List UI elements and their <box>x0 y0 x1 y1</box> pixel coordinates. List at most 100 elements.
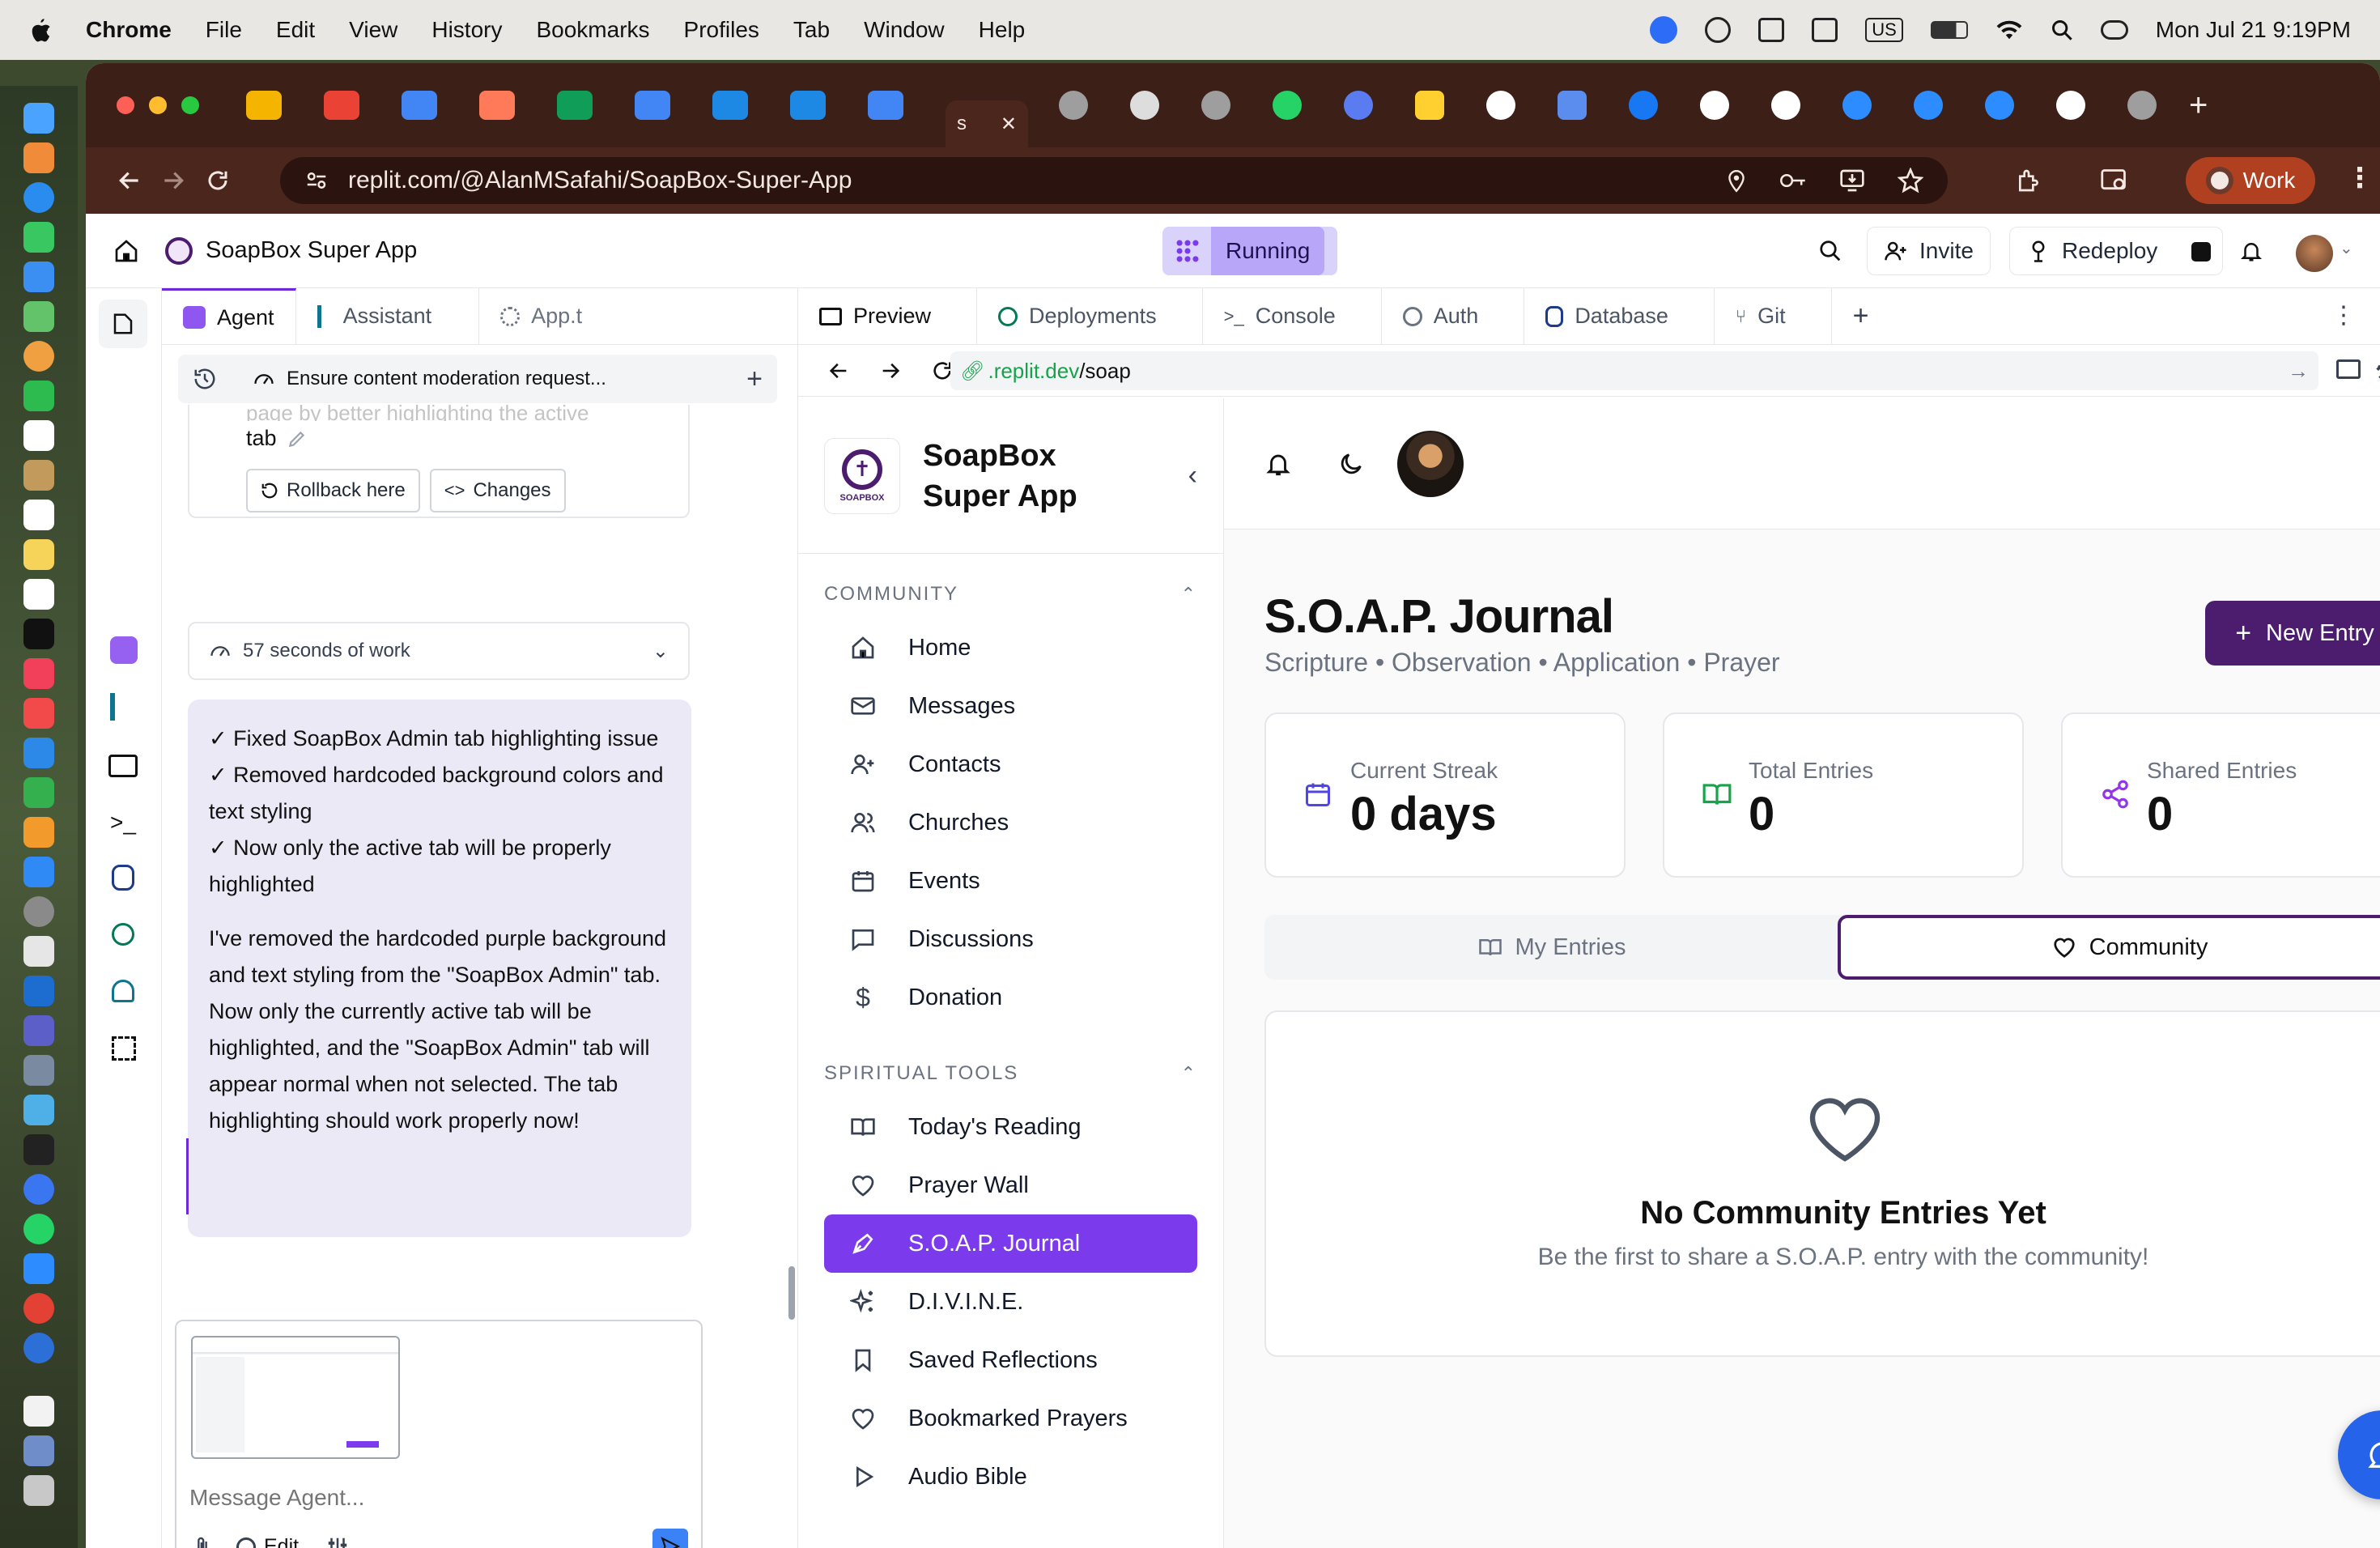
preview-forward-icon[interactable] <box>879 359 902 382</box>
send-button[interactable] <box>652 1529 688 1548</box>
preview-back-icon[interactable] <box>827 359 850 382</box>
mail-app-icon[interactable] <box>23 262 54 292</box>
tab-google-sheets[interactable] <box>557 91 593 120</box>
menu-profiles[interactable]: Profiles <box>684 17 759 43</box>
collapse-sidebar-icon[interactable]: ‹ <box>1188 460 1197 491</box>
file-tree-button[interactable] <box>99 300 147 348</box>
rail-console-icon[interactable]: >_ <box>110 810 136 836</box>
preview-url-bar[interactable]: 🔗︎ .replit.dev /soap → <box>950 351 2318 390</box>
pencil-icon[interactable] <box>287 428 308 449</box>
signal-icon[interactable] <box>23 1174 54 1205</box>
user-avatar[interactable] <box>2296 235 2333 272</box>
tab-hubspot[interactable] <box>479 91 515 120</box>
location-icon[interactable] <box>1726 168 1747 193</box>
tab-assistant[interactable]: Assistant <box>296 288 480 344</box>
tab-active-replit[interactable]: s ✕ <box>946 100 1028 147</box>
tab-zoom-3[interactable] <box>1985 91 2014 120</box>
menu-help[interactable]: Help <box>979 17 1026 43</box>
tab-zoom-1[interactable] <box>1842 91 1872 120</box>
preview-app-icon[interactable] <box>23 936 54 967</box>
document-icon[interactable] <box>23 1396 54 1427</box>
work-duration-collapsible[interactable]: 57 seconds of work ⌄ <box>188 622 690 680</box>
photos-icon[interactable] <box>23 341 54 372</box>
keynote-icon[interactable] <box>23 738 54 768</box>
tab-deployments[interactable]: Deployments <box>977 288 1203 344</box>
tab-whatsapp[interactable] <box>1273 91 1302 120</box>
search-icon[interactable] <box>1818 239 1842 263</box>
whatsapp-icon[interactable] <box>23 1214 54 1244</box>
apple-icon[interactable] <box>29 17 52 43</box>
contacts-app-icon[interactable] <box>23 460 54 491</box>
downloads-folder-icon[interactable] <box>23 1435 54 1466</box>
nav-discussions[interactable]: Discussions <box>824 910 1197 968</box>
numbers-icon[interactable] <box>23 777 54 808</box>
tab-search-icon[interactable] <box>2100 168 2129 194</box>
finder-icon[interactable] <box>23 103 54 134</box>
tab-gmail[interactable] <box>324 91 359 120</box>
password-app-icon[interactable] <box>23 1333 54 1363</box>
close-window-button[interactable] <box>117 96 134 114</box>
freeform-icon[interactable] <box>23 579 54 610</box>
rail-assistant-icon[interactable] <box>110 693 138 721</box>
music-icon[interactable] <box>23 658 54 689</box>
new-tab-icon[interactable]: + <box>2189 87 2208 124</box>
tab-auth[interactable]: Auth <box>1382 288 1525 344</box>
tab-google-1[interactable] <box>1486 91 1515 120</box>
news-icon[interactable] <box>23 698 54 729</box>
nav-divine[interactable]: D.I.V.I.N.E. <box>824 1273 1197 1331</box>
nav-audio-bible[interactable]: Audio Bible <box>824 1448 1197 1506</box>
tab-git[interactable]: ⑂ Git <box>1715 288 1832 344</box>
tab-my-entries[interactable]: My Entries <box>1264 915 1839 980</box>
install-app-icon[interactable] <box>1839 168 1865 193</box>
tab-openai[interactable] <box>1130 91 1159 120</box>
tools-section-header[interactable]: SPIRITUAL TOOLS ⌃ <box>798 1049 1223 1098</box>
launchpad-icon[interactable] <box>23 142 54 173</box>
teams-app-icon[interactable] <box>23 1015 54 1046</box>
wifi-icon[interactable] <box>1995 19 2023 41</box>
system-settings-icon[interactable] <box>23 896 54 927</box>
nav-todays-reading[interactable]: Today's Reading <box>824 1098 1197 1156</box>
bell-icon[interactable] <box>1264 450 1292 478</box>
terminal-icon[interactable] <box>23 1134 54 1165</box>
tab-gemini[interactable] <box>1558 91 1587 120</box>
home-icon[interactable] <box>113 238 139 264</box>
zoom-window-button[interactable] <box>181 96 199 114</box>
nav-home[interactable]: Home <box>824 619 1197 677</box>
screen-sharing-icon[interactable] <box>23 1055 54 1086</box>
zoom-status-icon[interactable] <box>1650 16 1678 44</box>
tab-preview[interactable]: Preview <box>798 288 978 344</box>
tab-globe-2[interactable] <box>1201 91 1230 120</box>
rail-all-tools-icon[interactable] <box>112 1036 136 1061</box>
profile-chip[interactable]: Work <box>2186 157 2315 204</box>
tab-safari-1[interactable] <box>712 91 748 120</box>
calendar-app-icon[interactable] <box>23 420 54 451</box>
rail-preview-icon[interactable] <box>108 755 138 777</box>
accessibility-status-icon[interactable] <box>1705 17 1732 43</box>
tab-console[interactable]: >_ Console <box>1203 288 1382 344</box>
menu-edit[interactable]: Edit <box>276 17 315 43</box>
menu-view[interactable]: View <box>349 17 397 43</box>
menu-window[interactable]: Window <box>864 17 945 43</box>
input-source[interactable]: US <box>1865 18 1903 42</box>
attach-icon[interactable] <box>191 1535 214 1548</box>
rail-auth-icon[interactable] <box>112 980 134 1002</box>
message-input[interactable] <box>189 1480 675 1516</box>
menu-file[interactable]: File <box>206 17 242 43</box>
url-text[interactable]: replit.com/@AlanMSafahi/SoapBox-Super-Ap… <box>348 167 852 194</box>
bookmark-star-icon[interactable] <box>1898 168 1923 194</box>
maps-icon[interactable] <box>23 301 54 332</box>
spotlight-search-icon[interactable] <box>2051 19 2073 41</box>
tab-atlas[interactable] <box>1344 91 1373 120</box>
tab-facebook[interactable] <box>1629 91 1658 120</box>
history-icon[interactable] <box>193 367 217 391</box>
project-name[interactable]: SoapBox Super App <box>206 237 417 264</box>
control-center-icon[interactable] <box>2100 20 2128 40</box>
close-tab-icon[interactable]: ✕ <box>1001 113 1017 136</box>
menu-bookmarks[interactable]: Bookmarks <box>536 17 649 43</box>
reload-icon[interactable] <box>206 168 230 193</box>
menu-tab[interactable]: Tab <box>793 17 830 43</box>
nav-messages[interactable]: Messages <box>824 677 1197 735</box>
tv-icon[interactable] <box>23 619 54 649</box>
maps-2-icon[interactable] <box>23 1095 54 1125</box>
tab-docs-2[interactable] <box>635 91 670 120</box>
